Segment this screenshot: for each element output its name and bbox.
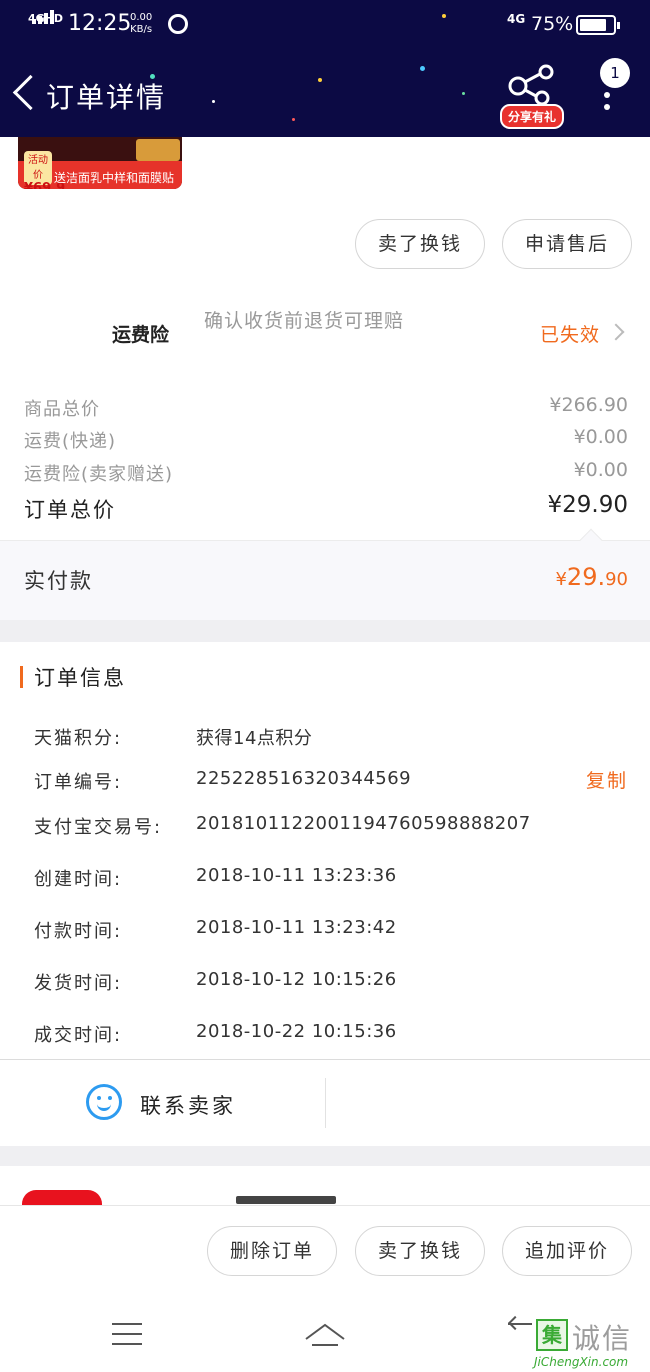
network-speed: 0.00 KB/s: [130, 12, 152, 36]
insurance-label: 运费险: [112, 324, 170, 346]
watermark-url: JiChengXin.com: [534, 1355, 629, 1369]
add-review-button[interactable]: 追加评价: [502, 1226, 632, 1276]
star-decoration: [318, 78, 322, 82]
delete-order-button[interactable]: 删除订单: [207, 1226, 337, 1276]
shipped-time-value: 2018-10-12 10:15:26: [196, 969, 397, 990]
insurance-fee-value: ¥0.00: [573, 459, 628, 481]
speed-unit: KB/s: [130, 24, 153, 35]
created-time-value: 2018-10-11 13:23:36: [196, 865, 397, 886]
created-time-label: 创建时间:: [34, 869, 123, 890]
alipay-trade-value: 2018101122001194760598888207: [196, 813, 531, 834]
battery-percent: 75%: [531, 13, 574, 35]
chat-face-icon: [86, 1084, 122, 1120]
watermark-text: 诚信: [572, 1322, 633, 1355]
divider: [325, 1078, 326, 1128]
goods-total-value: ¥266.90: [549, 394, 628, 416]
watermark: 集 诚信 JiChengXin.com: [534, 1317, 650, 1372]
points-value: 获得14点积分: [196, 728, 313, 749]
promo-tag: 活动价 ¥69.9: [24, 151, 65, 189]
share-icon: [508, 64, 554, 106]
paid-currency: ¥: [555, 569, 567, 590]
chevron-right-icon: [607, 323, 625, 341]
page-title: 订单详情: [46, 81, 167, 114]
contact-seller-label: 联系卖家: [140, 1094, 236, 1118]
paid-value: ¥29.90: [555, 563, 628, 591]
speed-value: 0.00: [130, 12, 153, 23]
promo-caption: 送洁面乳中样和面膜贴: [54, 171, 175, 185]
insurance-description: 确认收货前退货可理赔: [204, 310, 405, 332]
promo-tag-label: 活动价: [28, 155, 48, 181]
star-decoration: [420, 66, 425, 71]
battery-icon: [576, 15, 620, 35]
status-bar: 4GHD 12:25 0.00 KB/s 4G 75%: [0, 0, 650, 50]
more-dots-icon: [604, 92, 610, 98]
star-decoration: [292, 118, 295, 121]
order-info-title: 订单信息: [34, 666, 126, 690]
copy-order-number-button[interactable]: 复制: [586, 766, 628, 793]
star-decoration: [212, 100, 215, 103]
notch-decoration: [579, 528, 603, 552]
notification-badge: 1: [600, 58, 630, 88]
insurance-status: 已失效: [540, 324, 601, 346]
shipping-fee-value: ¥0.00: [573, 426, 628, 448]
truncated-text: [236, 1196, 336, 1204]
sell-button[interactable]: 卖了换钱: [355, 219, 485, 269]
section-gap: [0, 1146, 650, 1166]
order-number-value: 225228516320344569: [196, 768, 412, 789]
paid-time-label: 付款时间:: [34, 921, 123, 942]
sync-icon: [168, 14, 188, 34]
points-label: 天猫积分:: [34, 728, 123, 749]
watermark-logo: 集: [536, 1319, 568, 1351]
after-sale-button[interactable]: 申请售后: [502, 219, 632, 269]
shipping-fee-label: 运费(快递): [24, 431, 117, 452]
home-icon[interactable]: [302, 1317, 348, 1347]
section-gap: [0, 620, 650, 642]
paid-amount-row: 实付款 ¥29.90: [0, 528, 650, 620]
more-dots-icon: [604, 104, 610, 110]
header-bar: 4GHD 12:25 0.00 KB/s 4G 75% 订单详情 分享有礼 1: [0, 0, 650, 137]
completed-time-label: 成交时间:: [34, 1025, 123, 1046]
insurance-fee-label: 运费险(卖家赠送): [24, 464, 174, 485]
contact-bar: 联系卖家: [0, 1060, 650, 1146]
completed-time-value: 2018-10-22 10:15:36: [196, 1021, 397, 1042]
share-button[interactable]: 分享有礼: [500, 62, 565, 129]
network-indicator-right: 4G: [507, 12, 526, 26]
paid-decimal: 90: [605, 569, 628, 590]
goods-total-label: 商品总价: [24, 399, 100, 420]
product-box: [136, 139, 180, 161]
back-button[interactable]: [10, 72, 42, 116]
paid-label: 实付款: [24, 569, 93, 593]
order-total-label: 订单总价: [24, 498, 116, 522]
share-label: 分享有礼: [500, 104, 565, 129]
shipped-time-label: 发货时间:: [34, 973, 123, 994]
store-logo: [22, 1190, 102, 1206]
sell-button-bottom[interactable]: 卖了换钱: [355, 1226, 485, 1276]
product-image[interactable]: 活动价 ¥69.9 送洁面乳中样和面膜贴: [18, 137, 182, 189]
clock: 12:25: [68, 11, 132, 36]
bottom-action-bar: 删除订单 卖了换钱 追加评价: [0, 1205, 650, 1295]
paid-int: 29.: [566, 563, 606, 591]
system-nav-bar: 集 诚信 JiChengXin.com: [0, 1295, 650, 1372]
order-total-value: ¥29.90: [547, 492, 628, 518]
more-menu-button[interactable]: 1: [596, 58, 640, 116]
recommendation-peek: [0, 1166, 650, 1206]
section-accent-bar: [20, 666, 23, 688]
menu-icon[interactable]: [112, 1323, 142, 1345]
paid-time-value: 2018-10-11 13:23:42: [196, 917, 397, 938]
alipay-trade-label: 支付宝交易号:: [34, 817, 163, 838]
promo-price: ¥69.9: [24, 181, 66, 189]
order-number-label: 订单编号:: [34, 772, 123, 793]
star-decoration: [462, 92, 465, 95]
